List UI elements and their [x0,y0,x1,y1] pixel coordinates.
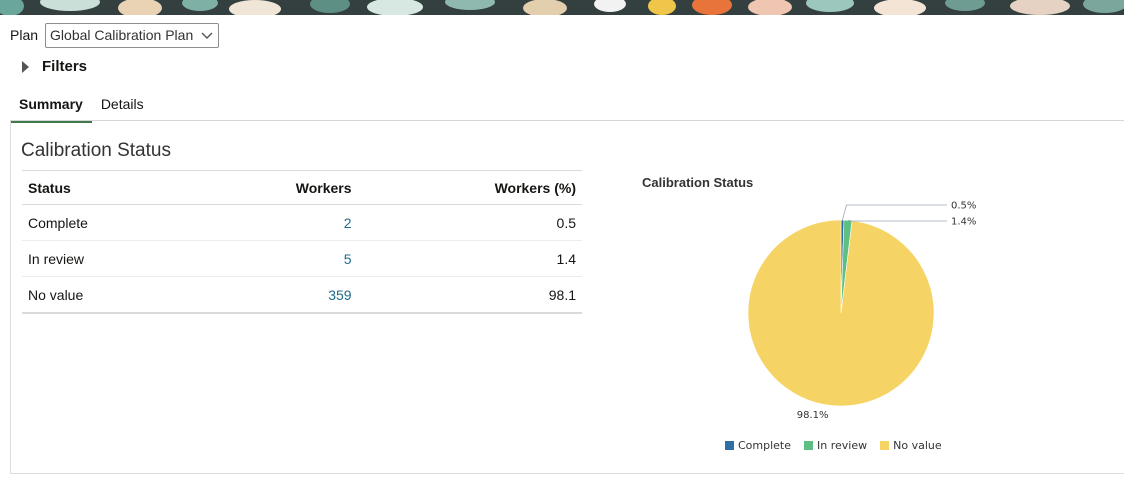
filters-toggle[interactable]: Filters [22,58,87,75]
column-header-status[interactable]: Status [22,170,195,205]
legend-label-in-review: In review [817,439,868,452]
data-label-no-value: 98.1% [797,410,829,421]
legend-label-complete: Complete [738,439,792,452]
workers-pct-cell: 0.5 [357,204,582,241]
workers-cell: 2 [194,204,358,241]
workers-cell: 359 [194,276,358,314]
legend-label-no-value: No value [893,439,942,452]
workers-link[interactable]: 2 [344,215,352,231]
column-header-workers[interactable]: Workers [194,170,358,205]
status-cell: No value [22,276,195,314]
status-cell: In review [22,240,195,277]
legend-item-in-review[interactable]: In review [804,439,867,452]
tab-bar: Summary Details [10,91,153,123]
filters-label: Filters [42,58,88,75]
plan-row: Plan Global Calibration Plan [10,22,220,48]
legend-item-complete[interactable]: Complete [725,439,791,452]
tab-details[interactable]: Details [92,91,153,120]
status-table: Status Workers Workers (%) Complete 2 0.… [22,170,582,314]
legend-swatch-in-review [804,441,814,450]
expand-triangle-icon [22,60,29,73]
pie-chart: 0.5% 1.4% 98.1% [747,201,976,421]
plan-label: Plan [10,27,39,43]
summary-panel: Calibration Status Status Workers Worker… [10,121,1124,474]
workers-link[interactable]: 359 [328,287,351,303]
table-header-row: Status Workers Workers (%) [22,170,582,205]
legend-item-no-value[interactable]: No value [880,439,942,452]
data-label-leader-complete [842,204,947,221]
legend-swatch-no-value [880,441,890,450]
chevron-down-icon [201,32,213,39]
section-title: Calibration Status [21,140,171,161]
legend-swatch-complete [725,441,734,450]
tab-summary[interactable]: Summary [10,91,92,123]
table-row: In review 5 1.4 [22,240,582,277]
data-label-in-review: 1.4% [951,217,976,228]
workers-cell: 5 [194,240,358,277]
data-label-complete: 0.5% [951,201,976,212]
workers-pct-cell: 1.4 [357,240,582,277]
plan-select[interactable]: Global Calibration Plan [45,22,220,48]
workers-pct-cell: 98.1 [357,276,582,314]
column-header-workers-pct[interactable]: Workers (%) [357,170,582,205]
plan-select-value: Global Calibration Plan [50,27,194,43]
header-banner [0,0,1124,15]
data-label-leader-in-review [847,219,947,222]
table-row: No value 359 98.1 [22,276,582,314]
chart-title: Calibration Status [642,175,754,190]
table-row: Complete 2 0.5 [22,204,582,241]
status-cell: Complete [22,204,195,241]
pie-slice-no-value[interactable] [747,219,935,407]
chart-legend: Complete In review No value [725,439,955,452]
workers-link[interactable]: 5 [344,251,352,267]
